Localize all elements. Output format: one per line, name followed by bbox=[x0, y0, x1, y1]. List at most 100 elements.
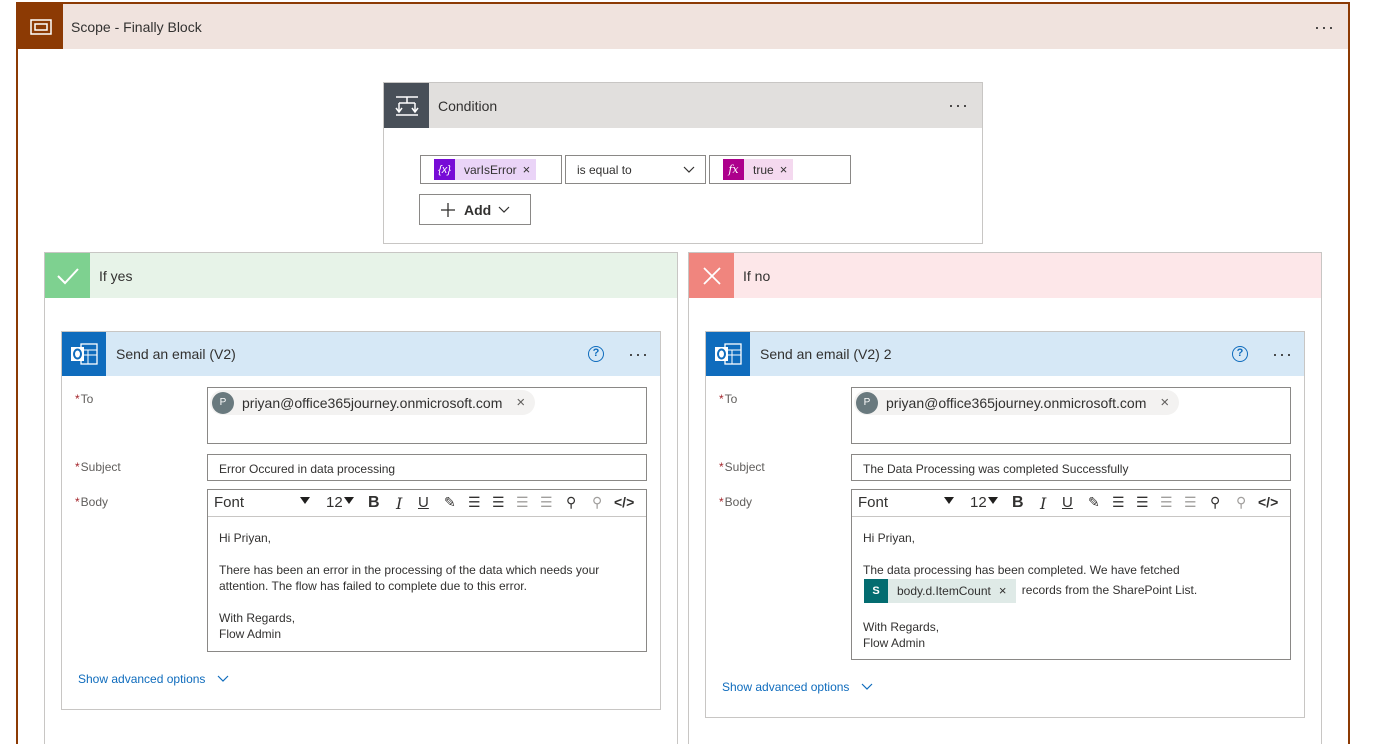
sharepoint-icon: S bbox=[864, 578, 888, 603]
font-dropdown[interactable]: Font bbox=[214, 494, 244, 511]
show-advanced-options-link[interactable]: Show advanced options bbox=[78, 672, 229, 686]
recipient-email: priyan@office365journey.onmicrosoft.com bbox=[242, 394, 503, 411]
font-size-caret[interactable] bbox=[988, 497, 998, 504]
operator-value: is equal to bbox=[577, 163, 632, 177]
scope-header[interactable]: Scope - Finally Block ··· bbox=[18, 4, 1348, 49]
body-label: *Body bbox=[719, 495, 753, 509]
underline-button[interactable]: U bbox=[418, 494, 429, 511]
numbered-list-icon[interactable]: ☰ bbox=[1136, 494, 1149, 511]
to-label: *To bbox=[719, 392, 738, 406]
subject-field[interactable]: The Data Processing was completed Succes… bbox=[851, 454, 1291, 481]
send-email-header[interactable]: Send an email (V2) ? ··· bbox=[62, 332, 660, 376]
body-editor[interactable]: Font 12 B I U ✎ ☰ ☰ ☰ ☰ ⚲ ⚲ </> Hi Priya… bbox=[851, 489, 1291, 660]
font-size-dropdown[interactable]: 12 bbox=[326, 494, 343, 511]
remove-recipient-button[interactable]: × bbox=[1160, 394, 1169, 411]
if-yes-header[interactable]: If yes bbox=[45, 253, 677, 298]
condition-card: Condition ··· {x} varIsError × is equal … bbox=[383, 82, 983, 244]
operator-dropdown[interactable]: is equal to bbox=[565, 155, 706, 184]
expression-token[interactable]: fx true × bbox=[723, 159, 794, 180]
to-field[interactable]: P priyan@office365journey.onmicrosoft.co… bbox=[851, 387, 1291, 444]
condition-menu-button[interactable]: ··· bbox=[948, 96, 969, 114]
bold-button[interactable]: B bbox=[368, 494, 380, 512]
remove-variable-token-button[interactable]: × bbox=[523, 162, 537, 177]
dynamic-content-token[interactable]: S body.d.ItemCount × bbox=[864, 578, 1017, 603]
if-no-branch: If no Send an email (V2) 2 ? ··· *To P p… bbox=[688, 252, 1322, 744]
rich-text-toolbar: Font 12 B I U ✎ ☰ ☰ ☰ ☰ ⚲ ⚲ </> bbox=[208, 490, 646, 517]
chevron-down-icon bbox=[683, 166, 695, 173]
recipient-persona: P priyan@office365journey.onmicrosoft.co… bbox=[854, 390, 1180, 415]
numbered-list-icon[interactable]: ☰ bbox=[492, 494, 505, 511]
subject-label: *Subject bbox=[719, 460, 765, 474]
bullet-list-icon[interactable]: ☰ bbox=[1112, 494, 1125, 511]
font-dropdown[interactable]: Font bbox=[858, 494, 888, 511]
font-dropdown-caret[interactable] bbox=[300, 497, 310, 504]
help-icon[interactable]: ? bbox=[588, 346, 604, 362]
outlook-icon bbox=[62, 332, 106, 376]
email-body-text: Hi Priyan, The data processing has been … bbox=[863, 531, 1198, 650]
add-condition-button[interactable]: Add bbox=[419, 194, 531, 225]
link-icon[interactable]: ⚲ bbox=[566, 494, 576, 511]
rich-text-toolbar: Font 12 B I U ✎ ☰ ☰ ☰ ☰ ⚲ ⚲ </> bbox=[852, 490, 1290, 517]
to-label: *To bbox=[75, 392, 94, 406]
condition-header[interactable]: Condition ··· bbox=[384, 83, 982, 128]
indent-icon[interactable]: ☰ bbox=[1184, 494, 1197, 511]
code-view-icon[interactable]: </> bbox=[614, 494, 634, 510]
scope-menu-button[interactable]: ··· bbox=[1314, 18, 1335, 36]
add-label: Add bbox=[464, 202, 492, 218]
underline-button[interactable]: U bbox=[1062, 494, 1073, 511]
remove-token-button[interactable]: × bbox=[999, 579, 1017, 603]
font-dropdown-caret[interactable] bbox=[944, 497, 954, 504]
if-no-title: If no bbox=[743, 268, 771, 284]
condition-left-operand[interactable]: {x} varIsError × bbox=[420, 155, 562, 184]
if-yes-title: If yes bbox=[99, 268, 133, 284]
remove-expression-token-button[interactable]: × bbox=[780, 162, 794, 177]
to-field[interactable]: P priyan@office365journey.onmicrosoft.co… bbox=[207, 387, 647, 444]
body-editor[interactable]: Font 12 B I U ✎ ☰ ☰ ☰ ☰ ⚲ ⚲ </> Hi Priya… bbox=[207, 489, 647, 652]
avatar: P bbox=[856, 391, 878, 414]
font-size-caret[interactable] bbox=[344, 497, 354, 504]
unlink-icon[interactable]: ⚲ bbox=[592, 494, 602, 511]
if-no-header[interactable]: If no bbox=[689, 253, 1321, 298]
show-advanced-options-link[interactable]: Show advanced options bbox=[722, 680, 873, 694]
highlight-icon[interactable]: ✎ bbox=[1088, 494, 1100, 511]
scope-title: Scope - Finally Block bbox=[71, 19, 202, 35]
check-icon bbox=[45, 253, 90, 298]
highlight-icon[interactable]: ✎ bbox=[444, 494, 456, 511]
plus-icon bbox=[441, 203, 455, 217]
send-email-2-header[interactable]: Send an email (V2) 2 ? ··· bbox=[706, 332, 1304, 376]
font-size-dropdown[interactable]: 12 bbox=[970, 494, 987, 511]
condition-right-operand[interactable]: fx true × bbox=[709, 155, 851, 184]
italic-button[interactable]: I bbox=[1040, 494, 1046, 513]
italic-button[interactable]: I bbox=[396, 494, 402, 513]
send-email-title: Send an email (V2) bbox=[116, 346, 236, 362]
unlink-icon[interactable]: ⚲ bbox=[1236, 494, 1246, 511]
subject-field[interactable]: Error Occured in data processing bbox=[207, 454, 647, 481]
subject-value: Error Occured in data processing bbox=[219, 462, 396, 476]
if-yes-branch: If yes Send an email (V2) ? ··· *To P pr… bbox=[44, 252, 678, 744]
avatar: P bbox=[212, 391, 234, 414]
body-label: *Body bbox=[75, 495, 109, 509]
bold-button[interactable]: B bbox=[1012, 494, 1024, 512]
card-menu-button[interactable]: ··· bbox=[1272, 345, 1293, 363]
link-icon[interactable]: ⚲ bbox=[1210, 494, 1220, 511]
outdent-icon[interactable]: ☰ bbox=[516, 494, 529, 511]
chevron-down-icon bbox=[861, 683, 873, 690]
dynamic-content-label: body.d.ItemCount bbox=[897, 583, 991, 598]
recipient-persona: P priyan@office365journey.onmicrosoft.co… bbox=[210, 390, 536, 415]
expression-icon: fx bbox=[723, 159, 744, 180]
help-icon[interactable]: ? bbox=[1232, 346, 1248, 362]
outdent-icon[interactable]: ☰ bbox=[1160, 494, 1173, 511]
code-view-icon[interactable]: </> bbox=[1258, 494, 1278, 510]
indent-icon[interactable]: ☰ bbox=[540, 494, 553, 511]
recipient-email: priyan@office365journey.onmicrosoft.com bbox=[886, 394, 1147, 411]
outlook-icon bbox=[706, 332, 750, 376]
condition-icon bbox=[384, 83, 429, 128]
send-email-2-card: Send an email (V2) 2 ? ··· *To P priyan@… bbox=[705, 331, 1305, 718]
variable-token[interactable]: {x} varIsError × bbox=[434, 159, 537, 180]
remove-recipient-button[interactable]: × bbox=[516, 394, 525, 411]
email-body-text: Hi Priyan, There has been an error in th… bbox=[219, 531, 600, 641]
send-email-card: Send an email (V2) ? ··· *To P priyan@of… bbox=[61, 331, 661, 710]
close-icon bbox=[689, 253, 734, 298]
card-menu-button[interactable]: ··· bbox=[628, 345, 649, 363]
bullet-list-icon[interactable]: ☰ bbox=[468, 494, 481, 511]
